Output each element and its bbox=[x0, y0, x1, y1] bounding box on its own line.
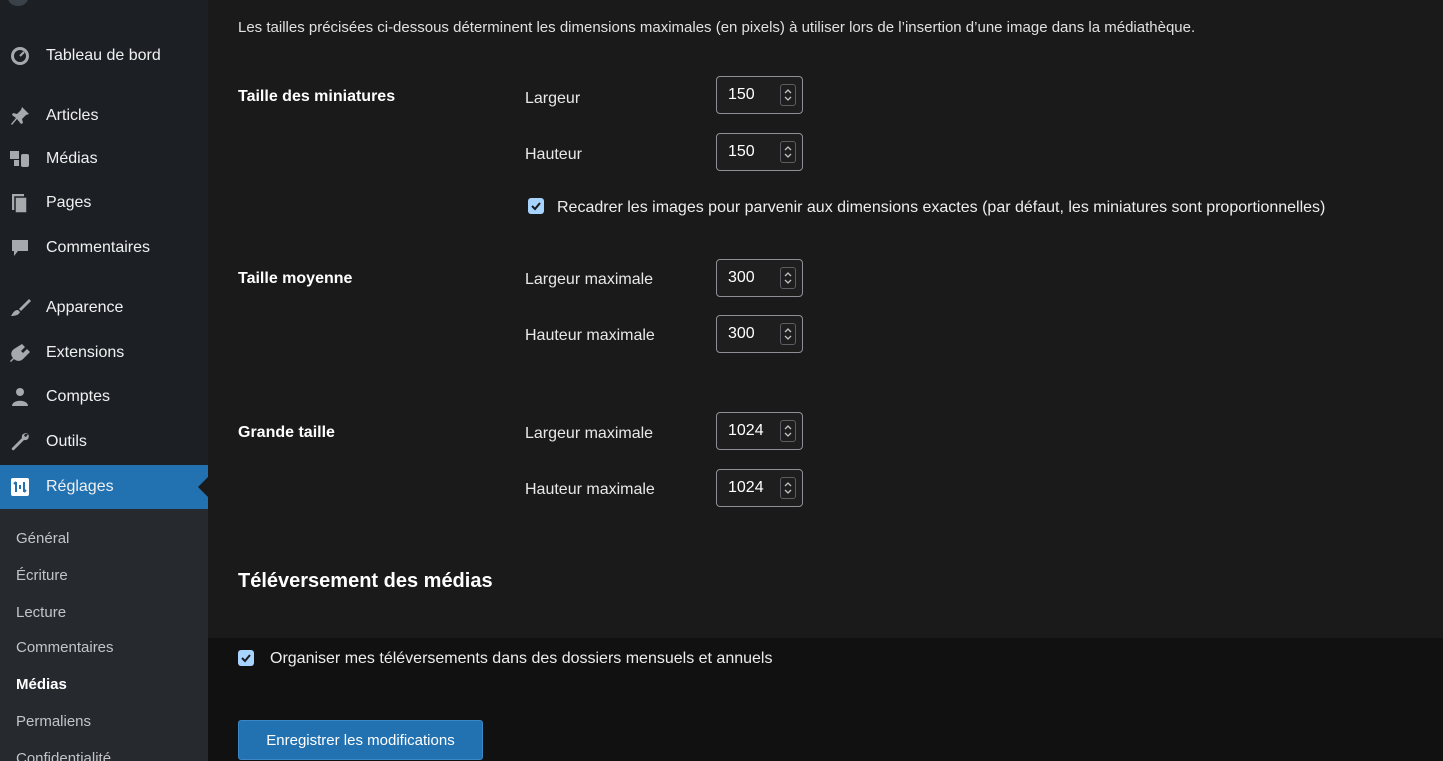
sidebar-item-pages[interactable]: Pages bbox=[0, 181, 208, 225]
organize-uploads-checkbox[interactable] bbox=[238, 650, 254, 666]
sidebar-item-label: Réglages bbox=[46, 478, 114, 495]
sidebar-item-medias[interactable]: Médias bbox=[0, 137, 208, 181]
thumbnail-width-input[interactable]: 150 bbox=[716, 76, 803, 114]
submenu-item-lecture[interactable]: Lecture bbox=[16, 604, 66, 621]
pages-icon bbox=[12, 194, 28, 214]
comment-icon bbox=[12, 240, 28, 256]
checkmark-icon bbox=[531, 202, 541, 211]
spinner-arrows-icon[interactable] bbox=[780, 141, 796, 163]
thumbnail-width-label: Largeur bbox=[525, 90, 581, 107]
sidebar-item-label: Comptes bbox=[46, 388, 111, 405]
large-width-value: 1024 bbox=[728, 422, 764, 439]
media-settings-content: Les tailles précisées ci-dessous détermi… bbox=[208, 0, 1443, 761]
save-changes-button[interactable]: Enregistrer les modifications bbox=[238, 720, 483, 760]
spinner-arrows-icon[interactable] bbox=[780, 267, 796, 289]
organize-uploads-label: Organiser mes téléversements dans des do… bbox=[270, 650, 773, 667]
spinner-arrows-icon[interactable] bbox=[780, 477, 796, 499]
medium-width-label: Largeur maximale bbox=[525, 271, 654, 288]
sidebar-item-label: Outils bbox=[46, 433, 87, 450]
users-icon bbox=[12, 388, 28, 406]
checkmark-icon bbox=[241, 654, 251, 663]
sidebar-item-articles[interactable]: Articles bbox=[0, 94, 208, 138]
media-icon bbox=[10, 151, 29, 167]
sidebar-item-outils[interactable]: Outils bbox=[0, 420, 208, 464]
sidebar-item-label: Articles bbox=[46, 107, 99, 124]
brush-icon bbox=[11, 299, 31, 316]
sidebar-item-label: Médias bbox=[46, 150, 98, 167]
submenu-item-permaliens[interactable]: Permaliens bbox=[16, 713, 91, 730]
thumbnail-size-label: Taille des miniatures bbox=[238, 88, 396, 105]
sidebar-item-apparence[interactable]: Apparence bbox=[0, 286, 208, 330]
medium-size-label: Taille moyenne bbox=[238, 270, 353, 287]
submenu-item-medias[interactable]: Médias bbox=[16, 676, 67, 693]
large-height-label: Hauteur maximale bbox=[525, 481, 655, 498]
uploads-section-title: Téléversement des médias bbox=[238, 570, 493, 592]
crop-thumbnails-checkbox[interactable] bbox=[528, 198, 544, 214]
large-width-input[interactable]: 1024 bbox=[716, 412, 803, 450]
sidebar-item-label: Apparence bbox=[46, 299, 124, 316]
large-height-input[interactable]: 1024 bbox=[716, 469, 803, 507]
medium-height-input[interactable]: 300 bbox=[716, 315, 803, 353]
sidebar-item-comptes[interactable]: Comptes bbox=[0, 375, 208, 419]
sidebar-item-reglages[interactable]: Réglages bbox=[0, 465, 208, 509]
medium-width-value: 300 bbox=[728, 269, 755, 286]
thumbnail-width-value: 150 bbox=[728, 86, 755, 103]
wordpress-logo-icon[interactable] bbox=[8, 0, 28, 6]
settings-icon bbox=[11, 478, 29, 496]
thumbnail-height-value: 150 bbox=[728, 143, 755, 160]
crop-thumbnails-label: Recadrer les images pour parvenir aux di… bbox=[557, 199, 1326, 216]
sidebar-item-label: Tableau de bord bbox=[46, 47, 161, 64]
medium-height-value: 300 bbox=[728, 325, 755, 342]
admin-sidebar: Tableau de bord Articles Médias Pages Co… bbox=[0, 0, 208, 761]
large-height-value: 1024 bbox=[728, 479, 764, 496]
large-width-label: Largeur maximale bbox=[525, 425, 654, 442]
spinner-arrows-icon[interactable] bbox=[780, 323, 796, 345]
dashboard-icon bbox=[11, 47, 29, 65]
sidebar-item-extensions[interactable]: Extensions bbox=[0, 331, 208, 375]
submenu-item-commentaires[interactable]: Commentaires bbox=[16, 639, 114, 656]
settings-submenu: Général Écriture Lecture Commentaires Mé… bbox=[0, 509, 208, 761]
plugin-icon bbox=[10, 344, 30, 362]
thumbnail-height-input[interactable]: 150 bbox=[716, 133, 803, 171]
sidebar-item-commentaires[interactable]: Commentaires bbox=[0, 226, 208, 270]
sidebar-item-tableau-de-bord[interactable]: Tableau de bord bbox=[0, 34, 208, 78]
top-edge bbox=[208, 0, 1443, 6]
sidebar-item-label: Pages bbox=[46, 194, 92, 211]
spinner-arrows-icon[interactable] bbox=[780, 420, 796, 442]
submenu-item-general[interactable]: Général bbox=[16, 530, 69, 547]
submenu-item-confidentialite[interactable]: Confidentialité bbox=[16, 750, 111, 761]
sidebar-item-label: Commentaires bbox=[46, 239, 151, 256]
pin-icon bbox=[11, 107, 29, 125]
wrench-icon bbox=[11, 433, 29, 451]
spinner-arrows-icon[interactable] bbox=[780, 84, 796, 106]
large-size-label: Grande taille bbox=[238, 424, 335, 441]
medium-width-input[interactable]: 300 bbox=[716, 259, 803, 297]
image-sizes-description: Les tailles précisées ci-dessous détermi… bbox=[238, 19, 1196, 36]
medium-height-label: Hauteur maximale bbox=[525, 327, 655, 344]
submenu-item-ecriture[interactable]: Écriture bbox=[16, 567, 68, 584]
sidebar-item-label: Extensions bbox=[46, 344, 125, 361]
thumbnail-height-label: Hauteur bbox=[525, 146, 582, 163]
